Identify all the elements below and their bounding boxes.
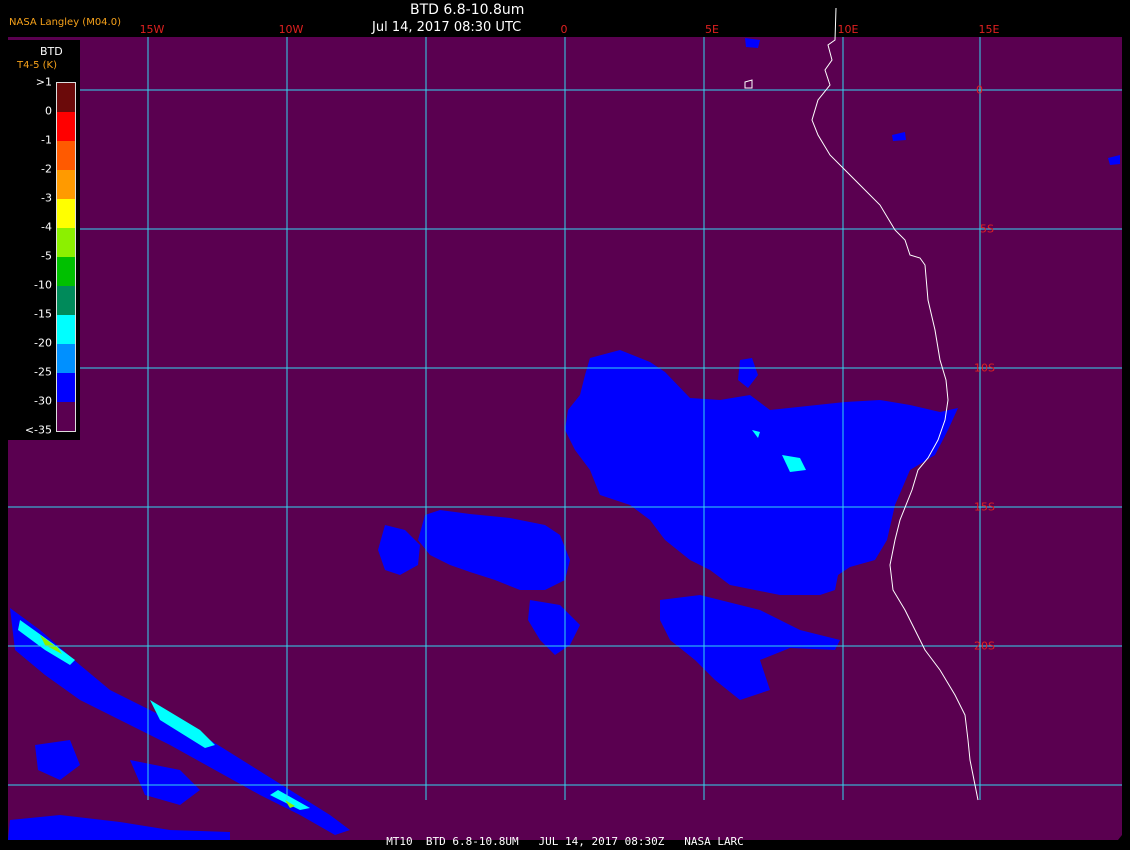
- legend-swatch: [57, 344, 75, 373]
- lat-label: 10S: [974, 361, 995, 375]
- legend-swatch: [57, 257, 75, 286]
- legend-swatch: [57, 112, 75, 141]
- legend-swatch: [57, 315, 75, 344]
- legend-label: -30: [34, 394, 52, 408]
- legend-label: >1: [35, 75, 52, 89]
- legend-label: <-35: [24, 423, 52, 437]
- footer-caption: MT10 BTD 6.8-10.8UM JUL 14, 2017 08:30Z …: [386, 835, 744, 848]
- legend-color-bar: [56, 82, 76, 432]
- legend-label: -4: [41, 220, 52, 234]
- lon-label: 0: [560, 23, 568, 36]
- lat-label: 0: [976, 83, 983, 97]
- lon-label: 15W: [139, 23, 165, 36]
- legend-label: -15: [34, 307, 52, 321]
- legend-label: -10: [34, 278, 52, 292]
- legend-label: -25: [34, 365, 52, 379]
- legend-label: -20: [34, 336, 52, 350]
- map-datetime: Jul 14, 2017 08:30 UTC: [372, 20, 522, 35]
- lat-label: 20S: [974, 639, 995, 653]
- legend-label: -2: [41, 162, 52, 176]
- lon-label: 10W: [278, 23, 304, 36]
- lon-label: 10E: [837, 23, 859, 36]
- legend-label: 0: [45, 104, 52, 118]
- legend-swatch: [57, 141, 75, 170]
- legend-swatch: [57, 402, 75, 431]
- legend-subtitle: T4-5 (K): [17, 60, 57, 71]
- legend-swatch: [57, 228, 75, 257]
- lat-label: 5S: [980, 222, 994, 236]
- legend-swatch: [57, 286, 75, 315]
- legend-label: -1: [41, 133, 52, 147]
- lat-label: 15S: [974, 500, 995, 514]
- legend-swatch: [57, 83, 75, 112]
- map-title: BTD 6.8-10.8um: [410, 2, 525, 18]
- satellite-map: [0, 0, 1130, 850]
- lon-label: 15E: [978, 23, 1000, 36]
- legend-swatch: [57, 199, 75, 228]
- legend-swatch: [57, 373, 75, 402]
- credit-label: NASA Langley (M04.0): [9, 17, 121, 28]
- legend-label: -3: [41, 191, 52, 205]
- color-legend: BTD T4-5 (K) >1 0 -1 -2 -3 -4 -5 -10 -15 -20 -25 -3…: [8, 40, 80, 440]
- lon-label: 5E: [705, 23, 719, 36]
- legend-label: -5: [41, 249, 52, 263]
- legend-swatch: [57, 170, 75, 199]
- legend-title: BTD: [40, 45, 63, 58]
